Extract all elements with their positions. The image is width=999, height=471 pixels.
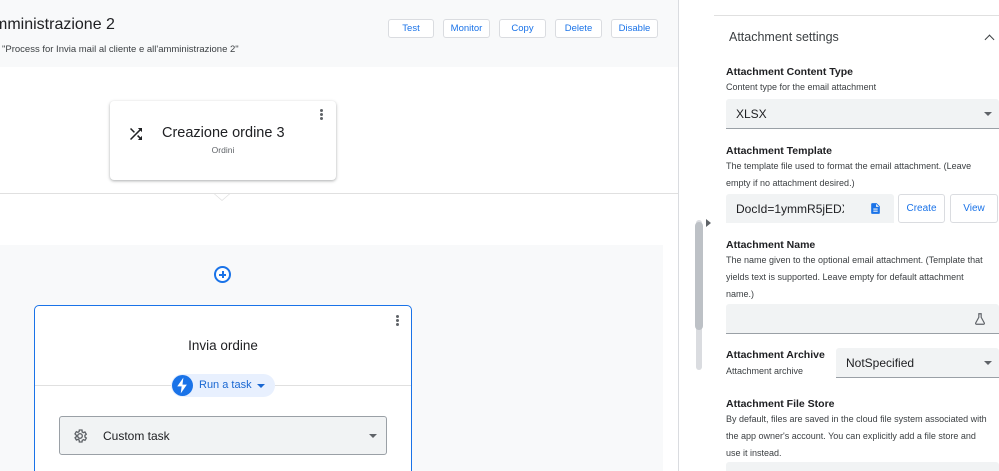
archive-help: Attachment archive [726, 366, 804, 376]
settings-panel: Attachment settings Attachment Content T… [714, 0, 999, 471]
step-menu-icon[interactable] [394, 314, 400, 330]
file-store-help: By default, files are saved in the cloud… [726, 414, 987, 458]
collapse-chevron-icon[interactable] [984, 34, 995, 45]
step-subtitle: Ordini [211, 145, 235, 155]
view-template-button[interactable]: View [950, 194, 998, 223]
process-canvas: mministrazione 2 "Process for Invia mail… [0, 0, 678, 471]
content-type-value: XLSX [736, 107, 767, 121]
copy-button[interactable]: Copy [499, 19, 546, 38]
template-input[interactable]: DocId=1ymmR5jEDX [726, 194, 894, 223]
run-task-chip[interactable]: Run a task [171, 374, 275, 397]
chevron-down-icon [257, 384, 265, 388]
test-expression-icon[interactable] [973, 312, 987, 326]
panel-splitter[interactable] [678, 0, 714, 471]
archive-label: Attachment Archive [726, 349, 825, 361]
section-title[interactable]: Attachment settings [729, 30, 839, 44]
process-title: mministrazione 2 [0, 16, 115, 33]
gear-icon [74, 429, 88, 443]
archive-value: NotSpecified [846, 356, 915, 370]
process-header: mministrazione 2 "Process for Invia mail… [0, 0, 678, 67]
step-title: Creazione ordine 3 [162, 125, 285, 141]
scrollbar-thumb[interactable] [695, 222, 703, 330]
add-step-icon[interactable] [214, 266, 231, 283]
shuffle-icon [130, 128, 142, 140]
disable-button[interactable]: Disable [611, 19, 658, 38]
attachment-name-label: Attachment Name [726, 239, 816, 251]
document-icon[interactable] [869, 201, 882, 216]
content-type-select[interactable]: XLSX [726, 99, 999, 129]
divider [0, 193, 678, 194]
dropdown-arrow-icon [369, 434, 377, 438]
attachment-name-help: The name given to the optional email att… [726, 255, 983, 299]
file-store-label: Attachment File Store [726, 398, 835, 410]
step-title: Invia ordine [188, 338, 258, 353]
attachment-name-input[interactable] [726, 304, 999, 334]
connector-arrow-fill [215, 194, 229, 200]
process-description: "Process for Invia mail al cliente e all… [2, 44, 239, 55]
expand-panel-icon[interactable] [706, 219, 711, 227]
dropdown-arrow-icon [984, 361, 992, 365]
divider [714, 15, 999, 16]
run-task-label: Run a task [199, 379, 252, 391]
step-card-creazione-ordine[interactable]: Creazione ordine 3 Ordini [110, 101, 336, 180]
archive-select[interactable]: NotSpecified [836, 348, 999, 378]
dropdown-arrow-icon [984, 112, 992, 116]
step-card-invia-ordine[interactable]: Invia ordine Run a task Custom task [34, 305, 412, 471]
template-label: Attachment Template [726, 145, 832, 157]
task-type-value: Custom task [103, 429, 170, 443]
bolt-icon [172, 375, 193, 396]
task-type-select[interactable]: Custom task [59, 416, 387, 455]
step-menu-icon[interactable] [318, 108, 324, 124]
create-template-button[interactable]: Create [898, 194, 945, 223]
test-button[interactable]: Test [388, 19, 434, 38]
content-type-help: Content type for the email attachment [726, 82, 877, 92]
delete-button[interactable]: Delete [555, 19, 602, 38]
file-store-select[interactable] [726, 462, 999, 471]
template-value: DocId=1ymmR5jEDX [736, 202, 844, 216]
content-type-label: Attachment Content Type [726, 66, 853, 78]
template-help: The template file used to format the ema… [726, 161, 972, 188]
monitor-button[interactable]: Monitor [443, 19, 490, 38]
